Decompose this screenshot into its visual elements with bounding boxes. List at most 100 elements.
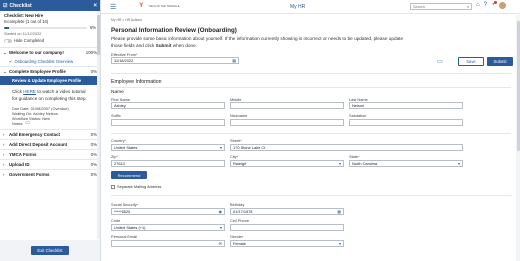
section-direct-deposit[interactable]: › Add Direct Deposit Account 0% [0, 139, 100, 149]
field-value: 27613 [114, 161, 125, 166]
birthday-field[interactable]: 01/17/1978 ▦ [230, 208, 344, 215]
last-name-field[interactable]: Nelson [349, 102, 463, 109]
state-select[interactable]: North Carolina ▾ [349, 160, 463, 167]
breadcrumb[interactable]: My HR > HR Actions [111, 18, 142, 22]
divider [111, 73, 511, 74]
help-icon[interactable]: ? [484, 2, 487, 9]
nickname-field[interactable] [230, 119, 344, 126]
ymca-logo[interactable]: Y [136, 3, 146, 10]
checkbox-label: Separate Mailing Address [117, 184, 162, 189]
ssn-field[interactable]: *****6520 ◉ [111, 208, 225, 215]
checklist-status: Incomplete (1 out of 16) [4, 19, 49, 24]
submit-button[interactable]: Submit [487, 57, 513, 66]
step-meta: Due Date: 01/08/2007 (Overdue) Waiting O… [0, 106, 100, 129]
section-ymca-forms[interactable]: › YMCA Forms 0% [0, 149, 100, 159]
section-label: Complete Employee Profile [9, 69, 66, 74]
zip-label: Zip* [111, 154, 118, 159]
scroll-thumb[interactable] [97, 15, 100, 55]
suffix-label: Suffix [111, 113, 121, 118]
suffix-field[interactable] [111, 119, 225, 126]
sidebar-scrollbar[interactable] [97, 11, 100, 239]
field-value: 170 Stone Lake Ct [233, 145, 266, 150]
section-employee-profile[interactable]: ⌄ Complete Employee Profile 0% [0, 66, 100, 76]
close-icon[interactable]: × [93, 3, 97, 9]
notification-dot [493, 1, 497, 4]
save-button[interactable]: Save [458, 57, 484, 66]
salutation-field[interactable] [349, 119, 463, 126]
avatar[interactable] [498, 2, 506, 9]
page-title: Personal Information Review (Onboarding) [111, 27, 237, 34]
recommend-button[interactable]: Recommend [111, 171, 147, 179]
street-field[interactable]: 170 Stone Lake Ct [230, 144, 463, 151]
hide-completed-toggle[interactable] [4, 39, 12, 43]
personal-email-field[interactable]: ✉ [111, 240, 225, 247]
birthday-label: Birthday [230, 202, 245, 207]
effective-from-field[interactable]: 11/18/2022 ▦ [111, 57, 239, 64]
calendar-icon[interactable]: ▦ [337, 209, 341, 214]
exit-checklist-button[interactable]: Exit Checklist [31, 246, 69, 255]
check-circle-icon: ✔ [9, 59, 13, 64]
home-icon[interactable]: ⌂ [476, 2, 480, 9]
section-emergency-contact[interactable]: › Add Emergency Contact 0% [0, 129, 100, 139]
notifications-icon[interactable]: ◔ [491, 1, 497, 9]
search-input[interactable]: Search ⌕ [410, 3, 472, 10]
onboarding-overview-item[interactable]: ✔ Onboarding Checklist Overview [0, 57, 100, 66]
employee-information-title: Employee Information [111, 79, 162, 85]
first-name-field[interactable]: Ashley [111, 102, 225, 109]
video-tutorial-link[interactable]: HERE [23, 89, 36, 94]
chevron-down-icon: ▾ [219, 145, 222, 150]
sidebar-footer: Exit Checklist [0, 240, 100, 261]
comment-icon[interactable]: ▭ [437, 58, 443, 65]
phone-code-select[interactable]: United States (+1) ▾ [111, 224, 225, 231]
main-content: My HR > HR Actions Personal Information … [101, 15, 520, 261]
salutation-label: Salutation [349, 113, 367, 118]
review-employee-profile-item[interactable]: Review & Update Employee Profile [0, 76, 100, 85]
eye-icon[interactable]: ◉ [219, 209, 223, 214]
field-value: *****6520 [114, 209, 131, 214]
gender-select[interactable]: Female ▾ [230, 240, 344, 247]
field-value: Ashley [114, 103, 126, 108]
comment-icon[interactable]: ▭ [25, 121, 30, 126]
country-select[interactable]: United States ▾ [111, 144, 225, 151]
field-value: United States [114, 145, 138, 150]
email-icon: ✉ [218, 241, 222, 246]
main-scrollbar[interactable] [516, 15, 520, 261]
intro-text-part: when done. [171, 42, 197, 48]
section-label: Government Forms [9, 172, 50, 177]
section-welcome[interactable]: ⌄ Welcome to our company! 100% [0, 47, 100, 57]
cell-phone-field[interactable] [230, 224, 344, 231]
zip-field[interactable]: 27613 [111, 160, 225, 167]
chevron-down-icon: ▾ [219, 225, 222, 230]
field-value: Female [233, 241, 246, 246]
progress-percent: 6% [89, 25, 96, 30]
app-title: My HR [290, 4, 306, 10]
sub-item-label: Onboarding Checklist Overview [14, 59, 74, 64]
section-government-forms[interactable]: › Government Forms 0% [0, 169, 100, 179]
section-label: Welcome to our company! [9, 50, 64, 55]
street-label: Street* [230, 138, 242, 143]
chevron-down-icon: ▾ [338, 161, 341, 166]
middle-name-field[interactable] [230, 102, 344, 109]
checklist-sidebar: ☑ Checklist × Checklist: New Hire Incomp… [0, 0, 101, 261]
country-label: Country* [111, 138, 127, 143]
calendar-icon[interactable]: ▦ [232, 58, 236, 63]
divider [111, 195, 511, 196]
separate-mailing-row[interactable]: Separate Mailing Address [111, 184, 161, 189]
step-instructions: Click HERE to watch a video tutorial for… [0, 85, 100, 106]
separate-mailing-checkbox[interactable] [111, 184, 115, 189]
ssn-label: Social Security* [111, 202, 139, 207]
scroll-thumb[interactable] [516, 21, 520, 151]
sidebar-title: Checklist [9, 2, 32, 9]
section-upload-id[interactable]: › Upload ID 0% [0, 159, 100, 169]
cell-phone-label: Cell Phone [230, 218, 250, 223]
field-value: Raleigh [233, 161, 247, 166]
instruction-text: Click [12, 89, 24, 94]
search-icon[interactable]: ⌕ [467, 5, 469, 9]
state-label: State* [349, 154, 360, 159]
city-label: City* [230, 154, 239, 159]
started-date: Started on 11/12/2022 [4, 32, 42, 36]
city-select[interactable]: Raleigh ▾ [230, 160, 344, 167]
search-placeholder: Search [413, 4, 426, 9]
menu-icon[interactable]: ☰ [110, 3, 116, 11]
section-label: Add Emergency Contact [9, 132, 60, 137]
